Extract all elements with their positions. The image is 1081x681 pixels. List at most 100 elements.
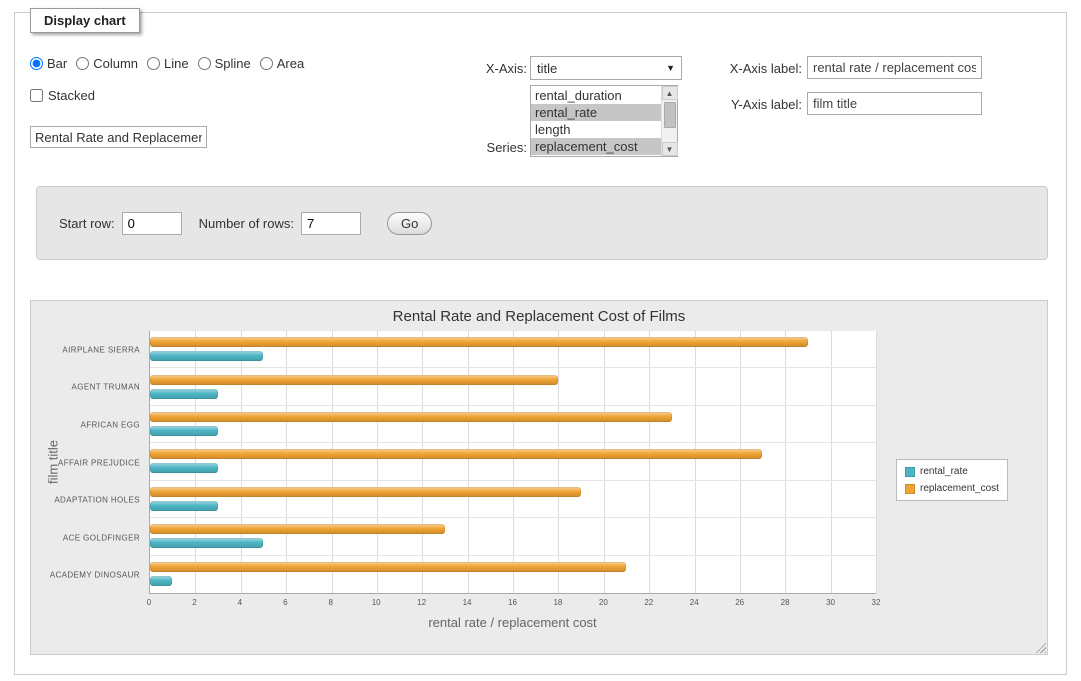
chart-legend: rental_rate replacement_cost	[896, 459, 1008, 501]
chart-panel: Rental Rate and Replacement Cost of Film…	[30, 300, 1048, 655]
listbox-scrollbar[interactable]: ▲ ▼	[661, 86, 677, 156]
category-label: ACADEMY DINOSAUR	[50, 571, 140, 580]
x-tick-label: 8	[329, 598, 333, 607]
legend-entry-rental_rate: rental_rate	[905, 466, 999, 477]
x-tick-label: 30	[826, 598, 835, 607]
radio-option-spline[interactable]: Spline	[198, 56, 251, 71]
plot-area	[149, 331, 876, 594]
x-tick-label: 14	[463, 598, 472, 607]
x-tick-label: 32	[872, 598, 881, 607]
rental_rate-bar	[150, 389, 218, 399]
x-tick-label: 22	[644, 598, 653, 607]
x-tick-label: 16	[508, 598, 517, 607]
xaxis-label-field-label: X-Axis label:	[690, 61, 802, 76]
x-tick-label: 2	[192, 598, 196, 607]
scroll-down-icon[interactable]: ▼	[662, 142, 678, 156]
area-radio-label: Area	[277, 56, 304, 71]
start-row-input[interactable]	[122, 212, 182, 235]
legend-swatch-icon	[905, 484, 915, 494]
num-rows-input[interactable]	[301, 212, 361, 235]
series-option-rental_duration[interactable]: rental_duration	[531, 87, 661, 104]
x-tick-label: 20	[599, 598, 608, 607]
x-tick-label: 10	[372, 598, 381, 607]
chart-type-radio-group: Bar Column Line Spline Area	[30, 56, 313, 71]
column-radio-label: Column	[93, 56, 138, 71]
scrollbar-thumb[interactable]	[664, 102, 676, 128]
bar-radio[interactable]	[30, 57, 43, 70]
category-label: ACE GOLDFINGER	[63, 533, 140, 542]
replacement_cost-bar	[150, 524, 445, 534]
replacement_cost-bar	[150, 449, 762, 459]
rental_rate-bar	[150, 576, 172, 586]
chart-title: Rental Rate and Replacement Cost of Film…	[31, 308, 1047, 325]
xaxis-field-label: X-Axis:	[420, 61, 527, 76]
legend-label: replacement_cost	[920, 483, 999, 494]
stacked-label: Stacked	[48, 88, 95, 103]
radio-option-bar[interactable]: Bar	[30, 56, 67, 71]
category-label: AFFAIR PREJUDICE	[58, 458, 140, 467]
yaxis-label-input[interactable]	[807, 92, 982, 115]
resize-handle-icon[interactable]	[1033, 640, 1046, 653]
go-button[interactable]: Go	[387, 212, 432, 235]
series-options-container: rental_durationrental_ratelengthreplacem…	[531, 86, 661, 156]
x-tick-label: 12	[417, 598, 426, 607]
column-radio[interactable]	[76, 57, 89, 70]
bar-group	[150, 518, 876, 555]
series-option-rental_rate[interactable]: rental_rate	[531, 104, 661, 121]
x-tick-label: 6	[283, 598, 287, 607]
gridline	[876, 331, 877, 593]
replacement_cost-bar	[150, 375, 558, 385]
radio-option-column[interactable]: Column	[76, 56, 138, 71]
category-label: AGENT TRUMAN	[71, 383, 140, 392]
spline-radio[interactable]	[198, 57, 211, 70]
category-label: AFRICAN EGG	[80, 420, 140, 429]
series-option-length[interactable]: length	[531, 121, 661, 138]
replacement_cost-bar	[150, 412, 672, 422]
bar-group	[150, 556, 876, 593]
x-axis-title: rental rate / replacement cost	[149, 615, 876, 630]
bar-group	[150, 481, 876, 518]
line-radio[interactable]	[147, 57, 160, 70]
replacement_cost-bar	[150, 487, 581, 497]
y-axis-labels: AIRPLANE SIERRA AGENT TRUMAN AFRICAN EGG AF…	[31, 331, 149, 594]
radio-option-line[interactable]: Line	[147, 56, 189, 71]
series-listbox[interactable]: rental_durationrental_ratelengthreplacem…	[530, 85, 678, 157]
rental_rate-bar	[150, 501, 218, 511]
series-field-label: Series:	[420, 140, 527, 155]
stacked-option[interactable]: Stacked	[30, 88, 95, 103]
x-tick-label: 28	[781, 598, 790, 607]
bar-group	[150, 443, 876, 480]
xaxis-label-input[interactable]	[807, 56, 982, 79]
line-radio-label: Line	[164, 56, 189, 71]
num-rows-label: Number of rows:	[199, 216, 294, 231]
legend-label: rental_rate	[920, 466, 968, 477]
rental_rate-bar	[150, 426, 218, 436]
x-tick-label: 0	[147, 598, 151, 607]
legend-entry-replacement_cost: replacement_cost	[905, 483, 999, 494]
category-label: AIRPLANE SIERRA	[62, 345, 140, 354]
rental_rate-bar	[150, 538, 263, 548]
rental_rate-bar	[150, 351, 263, 361]
start-row-label: Start row:	[59, 216, 115, 231]
rental_rate-bar	[150, 463, 218, 473]
row-range-panel: Start row: Number of rows: Go	[36, 186, 1048, 260]
bar-group	[150, 331, 876, 368]
area-radio[interactable]	[260, 57, 273, 70]
bar-group	[150, 368, 876, 405]
x-tick-label: 26	[735, 598, 744, 607]
stacked-checkbox[interactable]	[30, 89, 43, 102]
scroll-up-icon[interactable]: ▲	[662, 86, 678, 100]
x-axis-ticks: 02468101214161820222426283032	[149, 598, 876, 610]
bar-radio-label: Bar	[47, 56, 67, 71]
replacement_cost-bar	[150, 337, 808, 347]
replacement_cost-bar	[150, 562, 626, 572]
xaxis-select[interactable]: title ▼	[530, 56, 682, 80]
legend-swatch-icon	[905, 467, 915, 477]
spline-radio-label: Spline	[215, 56, 251, 71]
category-label: ADAPTATION HOLES	[54, 496, 140, 505]
panel-title: Display chart	[30, 8, 140, 33]
series-option-replacement_cost[interactable]: replacement_cost	[531, 138, 661, 155]
chart-title-input[interactable]	[30, 126, 207, 148]
x-tick-label: 4	[238, 598, 242, 607]
radio-option-area[interactable]: Area	[260, 56, 304, 71]
